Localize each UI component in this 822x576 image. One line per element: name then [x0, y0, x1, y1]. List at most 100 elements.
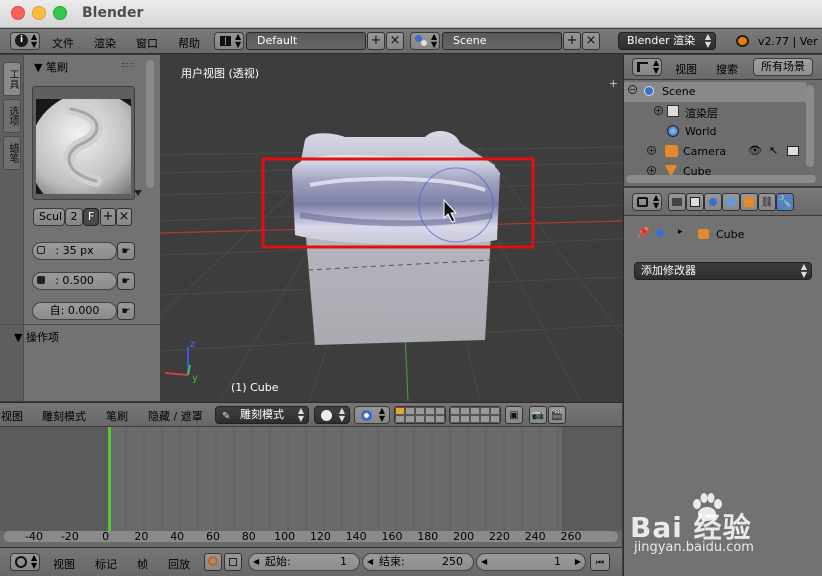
brush-fake-user-toggle[interactable]: F: [83, 208, 99, 226]
menu-view[interactable]: 视图: [1, 408, 23, 424]
add-modifier-dropdown[interactable]: 添加修改器 ▲ ▼: [634, 262, 812, 280]
tab-world[interactable]: [722, 193, 740, 211]
expand-arrow-icon[interactable]: [134, 190, 142, 196]
radius-slider[interactable]: : 35 px: [32, 242, 117, 260]
updown-arrows-icon: ▲ ▼: [431, 32, 438, 49]
playhead[interactable]: [108, 427, 111, 531]
screen-layout-selector[interactable]: ▲ ▼: [214, 32, 244, 50]
menu-help[interactable]: 帮助: [178, 35, 200, 51]
panel-drag-handle-icon[interactable]: [122, 63, 134, 67]
maximize-window-button[interactable]: [53, 6, 67, 20]
properties-editor-type-button[interactable]: ▲ ▼: [632, 193, 662, 211]
current-frame-value: 1: [554, 555, 561, 568]
operator-panel-header[interactable]: ▼ 操作项: [14, 329, 59, 345]
properties-icon: [637, 197, 648, 207]
strength-pressure-toggle[interactable]: ☛: [117, 272, 135, 290]
jump-to-start-button[interactable]: ⏮: [590, 553, 610, 571]
pivot-point-selector[interactable]: ▲ ▼: [354, 406, 390, 424]
menu-render[interactable]: 渲染: [94, 35, 116, 51]
outliner-item-world[interactable]: World: [624, 122, 806, 142]
lock-time-cursor-toggle[interactable]: [224, 553, 242, 571]
outliner-filter-selector[interactable]: 所有场景: [753, 58, 813, 76]
brush-name-field[interactable]: Scul: [33, 208, 65, 226]
tab-modifiers[interactable]: 🔧: [776, 193, 794, 211]
menu-brush[interactable]: 笔刷: [106, 408, 128, 424]
lock-camera-button[interactable]: ▣: [505, 406, 523, 424]
scene-selector[interactable]: ▲ ▼: [410, 32, 440, 50]
brush-thumbnail[interactable]: [36, 99, 131, 194]
outliner-menu-search[interactable]: 搜索: [716, 61, 738, 77]
tab-object[interactable]: [740, 193, 758, 211]
delete-screen-button[interactable]: ×: [386, 32, 404, 50]
tool-shelf-scrollbar[interactable]: [146, 60, 154, 188]
tab-constraints[interactable]: ⛓: [758, 193, 776, 211]
close-window-button[interactable]: [11, 6, 25, 20]
outliner-scrollbar[interactable]: [806, 85, 814, 167]
updown-arrows-icon: ▲ ▼: [704, 32, 711, 49]
outliner-item-camera[interactable]: + Camera 👁 ↖: [624, 142, 806, 162]
tab-render-layers[interactable]: [686, 193, 704, 211]
unlink-brush-button[interactable]: ×: [116, 208, 132, 226]
layer-buttons-2[interactable]: [449, 406, 501, 424]
current-frame-field[interactable]: ◀ 1 ▶: [476, 553, 586, 571]
editor-type-button[interactable]: i ▲ ▼: [10, 32, 40, 50]
tab-render[interactable]: [668, 193, 686, 211]
plus-icon: +: [102, 209, 114, 224]
strength-slider[interactable]: : 0.500: [32, 272, 117, 290]
menu-file[interactable]: 文件: [52, 35, 74, 51]
timeline-editor[interactable]: -40 -20 0 20 40 60 80 100 120 140 160 180 200 220 240 2…: [0, 427, 622, 547]
outliner-menu-view[interactable]: 视图: [675, 61, 697, 77]
timeline-menu-frame[interactable]: 帧: [137, 556, 148, 572]
timeline-menu-marker[interactable]: 标记: [95, 556, 117, 572]
end-frame-field[interactable]: ◀ 结束: 250: [362, 553, 474, 571]
add-scene-button[interactable]: +: [563, 32, 581, 50]
timeline-tick-label: 20: [134, 530, 149, 543]
timeline-menu-view[interactable]: 视图: [53, 556, 75, 572]
scene-icon: [656, 229, 664, 237]
scene-name[interactable]: Scene: [442, 32, 562, 50]
opengl-render-button[interactable]: 📷: [529, 406, 547, 424]
new-brush-button[interactable]: +: [100, 208, 116, 226]
autosmooth-pressure-toggle[interactable]: ☛: [117, 302, 135, 320]
screen-layout-name[interactable]: Default: [246, 32, 366, 50]
3d-viewport[interactable]: 用户视图 (透视) z y (1) Cube +: [160, 55, 622, 401]
menu-sculpt[interactable]: 雕刻模式: [42, 408, 86, 424]
outliner-editor-type-button[interactable]: ▲ ▼: [632, 58, 662, 76]
outliner-item-scene[interactable]: − Scene: [624, 82, 806, 102]
timeline-editor-type-button[interactable]: ▲ ▼: [10, 553, 40, 571]
updown-arrows-icon: ▲ ▼: [653, 58, 660, 75]
minimize-window-button[interactable]: [32, 6, 46, 20]
brush-preview-panel[interactable]: [32, 86, 135, 200]
select-arrow-icon[interactable]: ↖: [769, 144, 778, 157]
preview-range-toggle[interactable]: [204, 553, 222, 571]
viewport-corner-plus-icon[interactable]: +: [609, 77, 618, 90]
radius-pressure-toggle[interactable]: ☛: [117, 242, 135, 260]
tab-grease-pencil[interactable]: 蜡笔: [3, 136, 21, 170]
interaction-mode-selector[interactable]: ✎ 雕刻模式 ▲ ▼: [215, 406, 309, 424]
visibility-eye-icon[interactable]: 👁: [748, 144, 762, 157]
tab-scene[interactable]: [704, 193, 722, 211]
viewport-shading-selector[interactable]: ▲ ▼: [314, 406, 350, 424]
menu-hide-mask[interactable]: 隐藏 / 遮罩: [148, 408, 203, 424]
tab-tools[interactable]: 工具: [3, 62, 21, 96]
brush-panel-header[interactable]: ▼ 笔刷: [34, 59, 68, 75]
outliner-item-render-layers[interactable]: + 渲染层: [624, 102, 806, 122]
layer-buttons-1[interactable]: [394, 406, 446, 424]
autosmooth-slider[interactable]: 自: 0.000: [32, 302, 117, 320]
outliner-horizontal-scrollbar[interactable]: [626, 175, 816, 183]
add-screen-button[interactable]: +: [367, 32, 385, 50]
timeline-menu-playback[interactable]: 回放: [168, 556, 190, 572]
timeline-tick-label: 140: [345, 530, 367, 543]
end-frame-label: 结束:: [379, 555, 405, 568]
tab-options[interactable]: 选项: [3, 99, 21, 133]
brush-users-count[interactable]: 2: [65, 208, 83, 226]
opengl-render-animation-button[interactable]: 🎬: [548, 406, 566, 424]
outliner-item-cube[interactable]: + Cube: [624, 162, 806, 175]
cube-mesh[interactable]: [292, 131, 500, 345]
render-camera-icon[interactable]: [787, 146, 799, 156]
render-engine-selector[interactable]: Blender 渲染 ▲ ▼: [618, 32, 716, 50]
menu-window[interactable]: 窗口: [136, 35, 158, 51]
pin-icon[interactable]: 📌: [636, 226, 650, 239]
start-frame-field[interactable]: ◀ 起始: 1: [248, 553, 360, 571]
delete-scene-button[interactable]: ×: [582, 32, 600, 50]
